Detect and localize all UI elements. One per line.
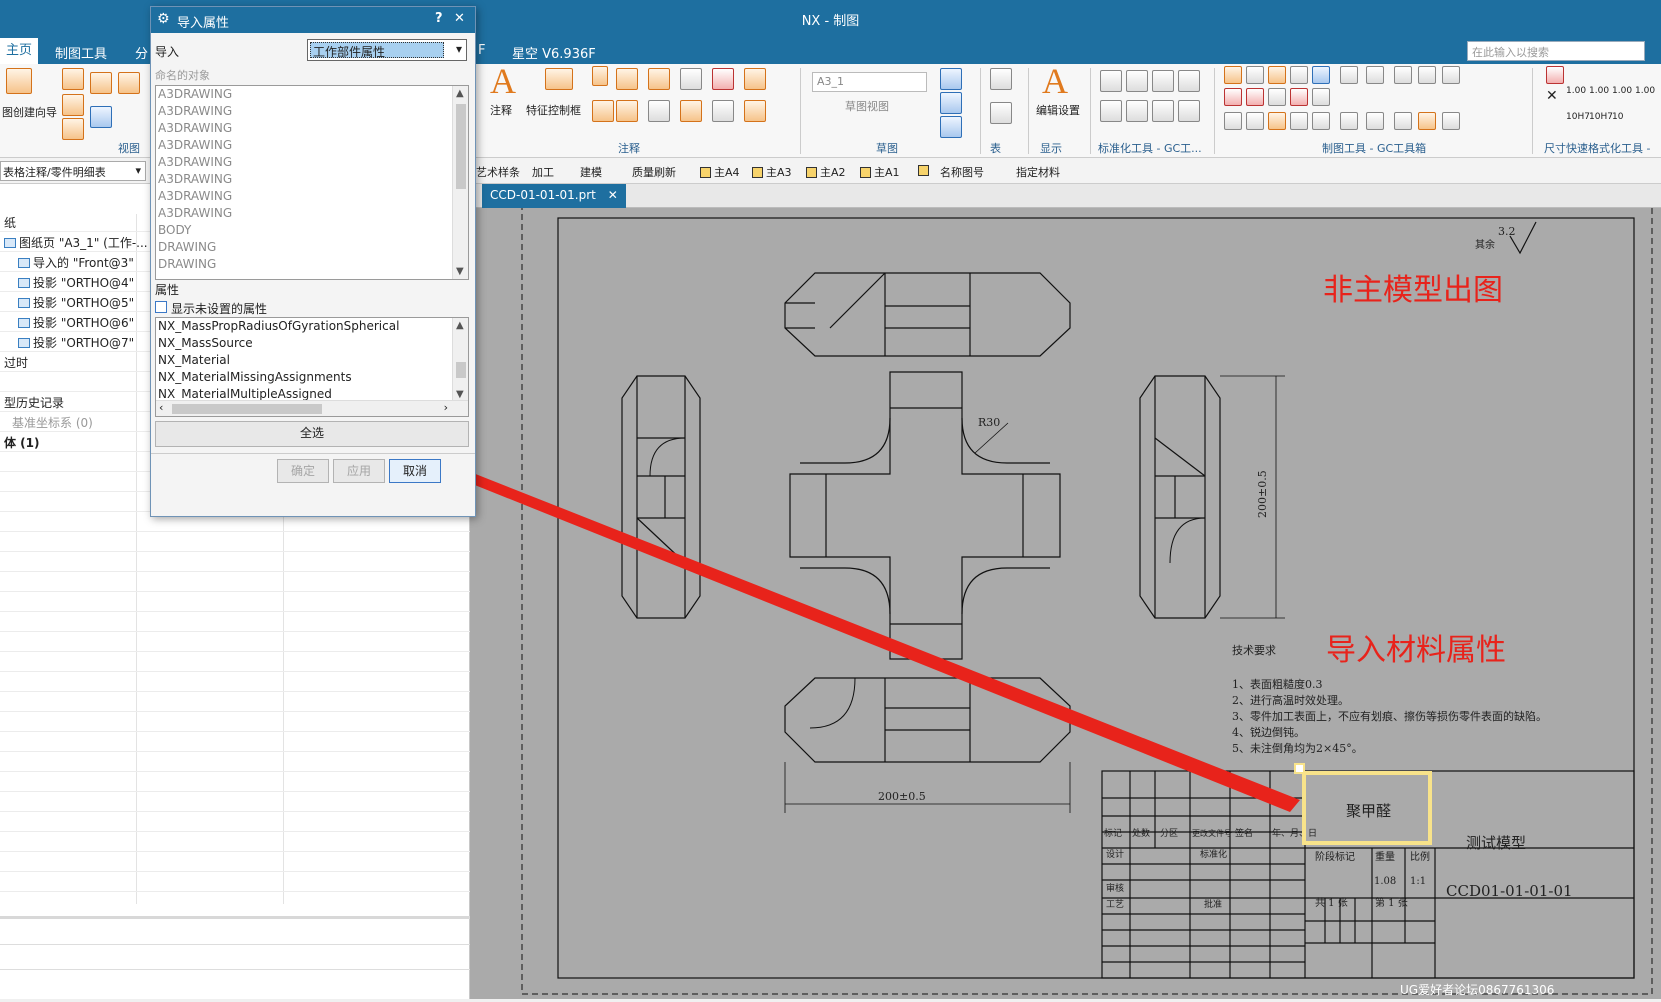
chevron-left-icon[interactable]: ‹ <box>159 401 163 414</box>
attributes-label: 属性 <box>155 283 180 297</box>
import-attributes-dialog: ⚙ 导入属性 ? ✕ 导入 工作部件属性 ▾ 命名的对象 A3DRAWING A… <box>150 6 476 517</box>
list-item[interactable]: BODY <box>156 222 468 239</box>
import-label: 导入 <box>155 45 180 59</box>
list-item[interactable]: A3DRAWING <box>156 154 468 171</box>
select-all-button[interactable]: 全选 <box>155 421 469 447</box>
dialog-header: ⚙ 导入属性 ? ✕ <box>151 7 475 33</box>
scroll-thumb[interactable] <box>456 104 466 189</box>
list-item[interactable]: DRAWING <box>156 256 468 273</box>
attributes-list[interactable]: NX_MassPropRadiusOfGyrationSpherical NX_… <box>155 317 469 417</box>
chevron-up-icon[interactable]: ▲ <box>456 88 464 99</box>
chevron-down-icon[interactable]: ▼ <box>456 266 464 277</box>
named-objects-list[interactable]: A3DRAWING A3DRAWING A3DRAWING A3DRAWING … <box>155 85 469 280</box>
list-item[interactable]: A3DRAWING <box>156 188 468 205</box>
cancel-button[interactable]: 取消 <box>389 459 441 483</box>
list-item[interactable]: A3DRAWING <box>156 86 468 103</box>
attributes-vscrollbar[interactable]: ▲ ▼ <box>452 318 468 402</box>
chevron-down-icon: ▾ <box>455 42 462 56</box>
gear-icon: ⚙ <box>157 11 170 27</box>
chevron-up-icon[interactable]: ▲ <box>456 320 464 331</box>
chevron-down-icon[interactable]: ▼ <box>456 389 464 400</box>
list-item[interactable]: A3DRAWING <box>156 205 468 222</box>
show-unset-label: 显示未设置的属性 <box>171 302 268 316</box>
list-item[interactable]: DRAWING <box>156 239 468 256</box>
list-item[interactable]: NX_MaterialMissingAssignments <box>156 369 468 386</box>
list-item[interactable]: A3DRAWING <box>156 137 468 154</box>
import-select-value: 工作部件属性 <box>310 42 444 59</box>
list-item[interactable]: NX_MassSource <box>156 335 468 352</box>
list-item[interactable]: NX_Material <box>156 352 468 369</box>
list-item[interactable]: A3DRAWING <box>156 171 468 188</box>
show-unset-checkbox[interactable] <box>155 301 167 313</box>
named-objects-scrollbar[interactable]: ▲ ▼ <box>452 86 468 279</box>
close-button[interactable]: ✕ <box>454 11 465 26</box>
dialog-title: 导入属性 <box>177 16 230 31</box>
attributes-hscrollbar[interactable]: ‹ › <box>156 400 468 416</box>
scroll-thumb[interactable] <box>456 362 466 378</box>
chevron-right-icon[interactable]: › <box>444 401 448 414</box>
divider <box>151 453 475 454</box>
list-item[interactable]: NX_MassPropRadiusOfGyrationSpherical <box>156 318 468 335</box>
named-objects-label: 命名的对象 <box>155 69 210 82</box>
scroll-thumb[interactable] <box>172 404 322 414</box>
help-button[interactable]: ? <box>435 11 443 26</box>
import-select[interactable]: 工作部件属性 ▾ <box>307 39 467 61</box>
list-item[interactable]: A3DRAWING <box>156 103 468 120</box>
apply-button[interactable]: 应用 <box>333 459 385 483</box>
list-item[interactable]: A3DRAWING <box>156 120 468 137</box>
ok-button[interactable]: 确定 <box>277 459 329 483</box>
